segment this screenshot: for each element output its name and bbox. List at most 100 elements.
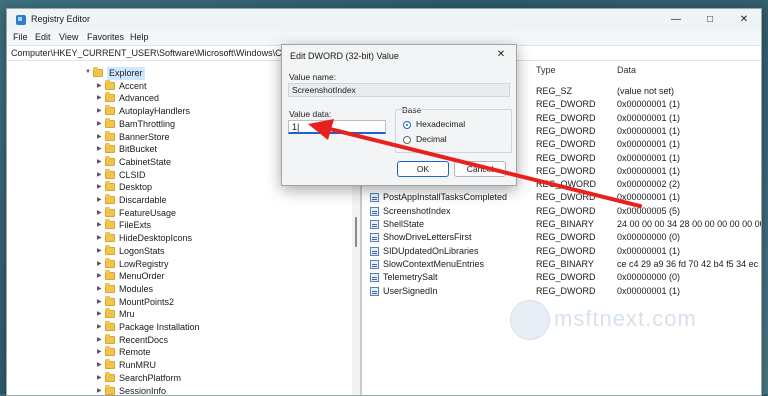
decimal-label[interactable]: Decimal bbox=[416, 134, 447, 144]
value-row[interactable]: SlowContextMenuEntries REG_BINARY ce c4 29… bbox=[362, 258, 761, 271]
expand-chevron-right-icon[interactable]: ▶ bbox=[97, 247, 103, 254]
tree-item[interactable]: ▶ RunMRU bbox=[7, 359, 337, 372]
expand-chevron-right-icon[interactable]: ▶ bbox=[97, 183, 103, 190]
tree-item-label: SessionInfo bbox=[119, 385, 167, 396]
tree-item[interactable]: ▶ SessionInfo bbox=[7, 384, 337, 396]
tree-item-label: RunMRU bbox=[119, 360, 157, 371]
registry-value-icon bbox=[370, 259, 379, 269]
menu-edit[interactable]: Edit bbox=[35, 32, 51, 42]
tree-item[interactable]: ▶ Mru bbox=[7, 308, 337, 321]
folder-icon bbox=[105, 206, 115, 217]
value-row[interactable]: PostAppInstallTasksCompleted REG_DWORD 0x0… bbox=[362, 191, 761, 204]
folder-icon bbox=[105, 359, 115, 370]
expand-chevron-right-icon[interactable]: ▶ bbox=[97, 82, 103, 89]
folder-icon bbox=[105, 295, 115, 306]
tree-item[interactable]: ▶ FeatureUsage bbox=[7, 206, 337, 220]
folder-icon bbox=[105, 333, 115, 344]
maximize-button[interactable]: □ bbox=[693, 9, 727, 31]
tree-item-label: BamThrottling bbox=[119, 118, 176, 129]
folder-icon bbox=[105, 105, 115, 116]
menu-view[interactable]: View bbox=[59, 32, 78, 42]
dialog-close-button[interactable]: ✕ bbox=[486, 45, 516, 65]
expand-chevron-right-icon[interactable]: ▶ bbox=[97, 94, 103, 101]
value-row[interactable]: ScreenshotIndex REG_DWORD 0x00000005 (5) bbox=[362, 205, 761, 218]
value-type-cell: REG_DWORD bbox=[536, 192, 596, 203]
minimize-button[interactable]: — bbox=[659, 9, 693, 31]
tree-item[interactable]: ▶ LowRegistry bbox=[7, 257, 337, 271]
value-type-cell: REG_DWORD bbox=[536, 125, 596, 136]
tree-item-label: Mru bbox=[119, 309, 135, 320]
value-data-cell: 0x00000000 (0) bbox=[617, 232, 681, 243]
expand-chevron-right-icon[interactable]: ▶ bbox=[97, 387, 103, 394]
folder-icon bbox=[105, 270, 115, 281]
expand-chevron-right-icon[interactable]: ▶ bbox=[97, 374, 103, 381]
expand-chevron-right-icon[interactable]: ▶ bbox=[97, 145, 103, 152]
expand-chevron-right-icon[interactable]: ▶ bbox=[97, 171, 103, 178]
column-header-type[interactable]: Type bbox=[536, 65, 556, 75]
value-type-cell: REG_DWORD bbox=[536, 272, 596, 283]
expand-chevron-right-icon[interactable]: ▶ bbox=[97, 323, 103, 330]
expand-chevron-right-icon[interactable]: ▶ bbox=[97, 209, 103, 216]
expand-chevron-right-icon[interactable]: ▶ bbox=[97, 221, 103, 228]
expand-chevron-right-icon[interactable]: ▶ bbox=[97, 133, 103, 140]
tree-scrollbar-thumb[interactable] bbox=[355, 217, 357, 247]
column-header-data[interactable]: Data bbox=[617, 65, 636, 75]
expand-chevron-right-icon[interactable]: ▶ bbox=[97, 196, 103, 203]
tree-item[interactable]: ▶ SearchPlatform bbox=[7, 371, 337, 385]
site-watermark: msftnext.com bbox=[510, 300, 740, 340]
tree-item[interactable]: ▶ Remote bbox=[7, 346, 337, 359]
hexadecimal-radio[interactable] bbox=[403, 121, 411, 129]
value-data-cell: 0x00000001 (1) bbox=[617, 125, 681, 136]
tree-item[interactable]: ▶ LogonStats bbox=[7, 244, 337, 258]
tree-item-label: BannerStore bbox=[119, 131, 170, 142]
hexadecimal-label[interactable]: Hexadecimal bbox=[416, 119, 465, 129]
value-row[interactable]: TelemetrySalt REG_DWORD 0x00000000 (0) bbox=[362, 271, 761, 284]
expand-chevron-right-icon[interactable]: ▶ bbox=[97, 234, 103, 241]
value-row[interactable]: ShowDriveLettersFirst REG_DWORD 0x00000000… bbox=[362, 231, 761, 244]
expand-chevron-right-icon[interactable]: ▶ bbox=[97, 348, 103, 355]
tree-item[interactable]: ▶ MountPoints2 bbox=[7, 295, 337, 309]
tree-item-label: LowRegistry bbox=[119, 258, 169, 269]
tree-item-label: BitBucket bbox=[119, 144, 158, 155]
menu-favorites[interactable]: Favorites bbox=[87, 32, 124, 42]
expand-chevron-right-icon[interactable]: ▶ bbox=[97, 361, 103, 368]
decimal-radio[interactable] bbox=[403, 136, 411, 144]
menu-help[interactable]: Help bbox=[130, 32, 149, 42]
expand-chevron-right-icon[interactable]: ▶ bbox=[97, 285, 103, 292]
registry-editor-icon bbox=[16, 15, 26, 25]
tree-item[interactable]: ▶ RecentDocs bbox=[7, 333, 337, 347]
expand-chevron-right-icon[interactable]: ▶ bbox=[97, 120, 103, 127]
value-name-cell: SIDUpdatedOnLibraries bbox=[383, 245, 479, 256]
tree-item[interactable]: ▶ HideDesktopIcons bbox=[7, 232, 337, 245]
expand-chevron-right-icon[interactable]: ▶ bbox=[97, 272, 103, 279]
tree-item[interactable]: ▶ FileExts bbox=[7, 219, 337, 232]
tree-item[interactable]: ▶ Modules bbox=[7, 282, 337, 296]
tree-item-label: CabinetState bbox=[119, 156, 172, 167]
expand-chevron-right-icon[interactable]: ▶ bbox=[97, 260, 103, 267]
menu-file[interactable]: File bbox=[13, 32, 28, 42]
cancel-button[interactable]: Cancel bbox=[454, 161, 506, 177]
expand-chevron-right-icon[interactable]: ▶ bbox=[97, 107, 103, 114]
folder-icon bbox=[105, 244, 115, 255]
value-row[interactable]: SIDUpdatedOnLibraries REG_DWORD 0x00000001… bbox=[362, 245, 761, 258]
value-row[interactable]: ShellState REG_BINARY 24 00 00 00 34 28 00… bbox=[362, 218, 761, 231]
expand-chevron-right-icon[interactable]: ▶ bbox=[97, 310, 103, 317]
expand-chevron-right-icon[interactable]: ▶ bbox=[97, 336, 103, 343]
ok-button[interactable]: OK bbox=[397, 161, 449, 177]
registry-value-icon bbox=[370, 193, 379, 203]
tree-item[interactable]: ▶ MenuOrder bbox=[7, 270, 337, 283]
folder-icon bbox=[105, 79, 115, 90]
expand-chevron-down-icon[interactable]: ▼ bbox=[85, 69, 91, 75]
value-data-cell: 0x00000005 (5) bbox=[617, 205, 681, 216]
expand-chevron-right-icon[interactable]: ▶ bbox=[97, 158, 103, 165]
tree-item[interactable]: ▶ Discardable bbox=[7, 194, 337, 207]
value-data-cell: 0x00000001 (1) bbox=[617, 285, 681, 296]
folder-icon bbox=[105, 194, 115, 204]
value-data-cell: 0x00000001 (1) bbox=[617, 112, 681, 123]
value-type-cell: REG_DWORD bbox=[536, 112, 596, 123]
expand-chevron-right-icon[interactable]: ▶ bbox=[97, 298, 103, 305]
close-button[interactable]: ✕ bbox=[727, 9, 761, 31]
value-row[interactable]: UserSignedIn REG_DWORD 0x00000001 (1) bbox=[362, 285, 761, 298]
value-data-input[interactable]: 1| bbox=[288, 120, 386, 134]
tree-item[interactable]: ▶ Package Installation bbox=[7, 321, 337, 334]
